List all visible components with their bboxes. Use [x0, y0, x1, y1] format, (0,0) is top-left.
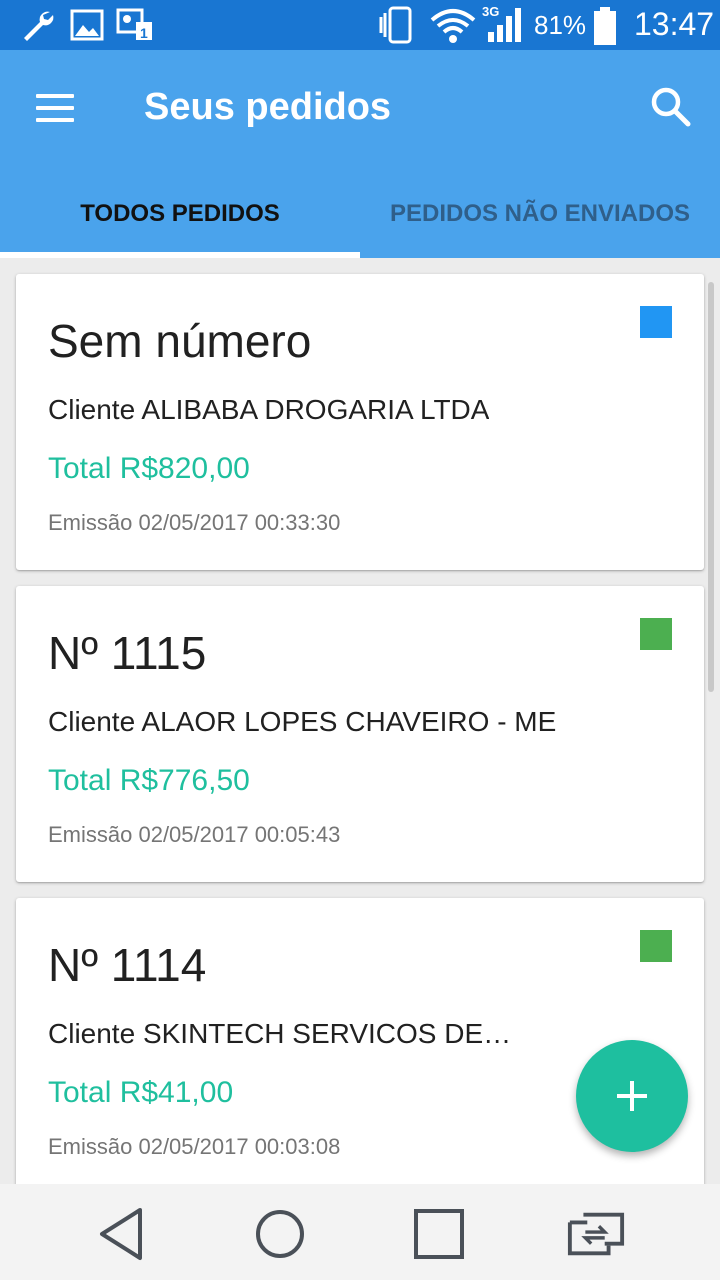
add-order-button[interactable] [576, 1040, 688, 1152]
order-total: Total R$776,50 [48, 764, 250, 797]
hamburger-menu-icon[interactable] [36, 94, 76, 124]
status-indicator [640, 306, 672, 338]
order-card[interactable]: Nº 1115 Cliente ALAOR LOPES CHAVEIRO - M… [16, 586, 704, 882]
battery-icon [594, 7, 616, 45]
app-bar: Seus pedidos TODOS PEDIDOS PEDIDOS NÃO E… [0, 50, 720, 258]
home-icon[interactable] [250, 1206, 310, 1262]
order-number: Nº 1115 [48, 627, 207, 679]
vibrate-icon [379, 6, 412, 44]
recents-icon[interactable] [408, 1206, 468, 1262]
search-icon[interactable] [650, 86, 692, 128]
tab-todos-pedidos[interactable]: TODOS PEDIDOS [0, 180, 360, 258]
order-emission-date: Emissão 02/05/2017 00:03:08 [48, 1134, 341, 1159]
order-total: Total R$820,00 [48, 452, 250, 485]
signal-icon [488, 8, 521, 42]
status-bar: 1 3G 81% 13:47 [0, 0, 720, 50]
sim-lock-icon: 1 [116, 8, 152, 41]
dual-window-icon[interactable] [566, 1206, 626, 1262]
back-icon[interactable] [96, 1206, 156, 1262]
plus-icon [617, 1081, 647, 1111]
clock: 13:47 [634, 6, 715, 42]
battery-percentage: 81% [534, 10, 587, 40]
tab-label: PEDIDOS NÃO ENVIADOS [389, 200, 691, 227]
order-total: Total R$41,00 [48, 1076, 234, 1109]
page-title: Seus pedidos [144, 86, 392, 128]
tab-pedidos-nao-enviados[interactable]: PEDIDOS NÃO ENVIADOS [360, 180, 720, 258]
order-emission-date: Emissão 02/05/2017 00:33:30 [48, 510, 341, 535]
order-client: Cliente SKINTECH SERVICOS DE… [48, 1018, 512, 1049]
wrench-icon [24, 11, 54, 41]
svg-text:1: 1 [140, 25, 148, 41]
order-number: Nº 1114 [48, 939, 207, 991]
order-number: Sem número [48, 315, 312, 367]
system-nav-bar [0, 1184, 720, 1280]
image-icon [70, 9, 104, 41]
order-emission-date: Emissão 02/05/2017 00:05:43 [48, 822, 341, 847]
status-indicator [640, 618, 672, 650]
scrollbar[interactable] [708, 282, 714, 692]
order-client: Cliente ALAOR LOPES CHAVEIRO - ME [48, 706, 557, 737]
order-card[interactable]: Sem número Cliente ALIBABA DROGARIA LTDA… [16, 274, 704, 570]
tab-label: TODOS PEDIDOS [80, 200, 280, 227]
order-client: Cliente ALIBABA DROGARIA LTDA [48, 394, 490, 425]
status-indicator [640, 930, 672, 962]
wifi-icon [430, 9, 476, 43]
